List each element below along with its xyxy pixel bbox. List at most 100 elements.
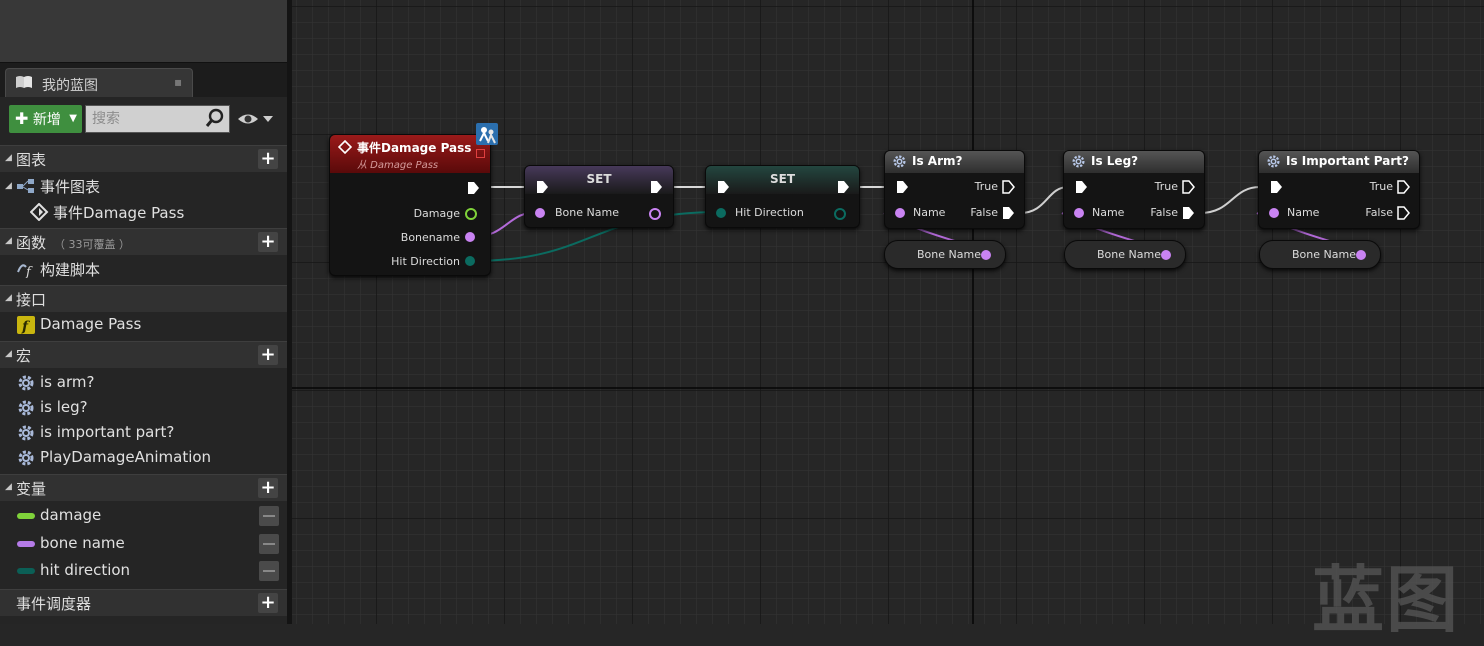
collapse-icon[interactable]: ◢ (5, 153, 12, 163)
category-interfaces[interactable]: ◢ 接口 (0, 285, 287, 312)
visibility-toggle-icon[interactable] (259, 506, 279, 526)
plus-icon: ✚ (15, 109, 29, 128)
variable-getter-bone-name[interactable]: Bone Name (884, 240, 1006, 269)
exec-false-label: False (1150, 206, 1178, 219)
exec-true-pin-icon[interactable] (1001, 180, 1015, 194)
exec-out-pin-icon[interactable] (466, 181, 480, 195)
name-pin-icon[interactable] (1161, 250, 1171, 260)
add-graph-button[interactable]: + (258, 149, 278, 169)
category-functions[interactable]: ◢ 函数 （ 33可覆盖 ） + (0, 228, 287, 255)
graph-grid (292, 0, 1484, 624)
blueprint-watermark: 蓝图 (1312, 558, 1461, 642)
collapse-icon[interactable]: ◢ (5, 236, 12, 246)
tab-label: 我的蓝图 (42, 78, 98, 94)
name-pin-icon[interactable] (895, 208, 905, 218)
variable-item[interactable]: damage (0, 503, 287, 529)
variable-getter-bone-name[interactable]: Bone Name (1259, 240, 1381, 269)
variable-item[interactable]: bone name (0, 531, 287, 557)
add-dispatcher-button[interactable]: + (258, 593, 278, 613)
category-macros[interactable]: ◢ 宏 + (0, 341, 287, 368)
tree-item-label: PlayDamageAnimation (40, 448, 212, 466)
set-node-hit-direction[interactable]: SET Hit Direction (705, 165, 860, 228)
exec-false-label: False (970, 206, 998, 219)
tree-item-macro[interactable]: PlayDamageAnimation (0, 445, 287, 471)
macro-node-is-arm[interactable]: Is Arm? True Name False (884, 150, 1025, 229)
exec-false-pin-icon[interactable] (1396, 206, 1410, 220)
add-variable-button[interactable]: + (258, 478, 278, 498)
set-node-bone-name[interactable]: SET Bone Name (524, 165, 674, 228)
view-options-button[interactable] (236, 105, 276, 133)
category-event-dispatchers[interactable]: 事件调度器 + (0, 589, 287, 616)
tree-item-event-damage-pass[interactable]: 事件Damage Pass (0, 199, 287, 225)
category-graphs[interactable]: ◢ 图表 + (0, 145, 287, 172)
macro-gear-icon (18, 400, 34, 416)
name-out-pin-icon[interactable] (649, 208, 661, 220)
event-node-damage-pass[interactable]: 事件Damage Pass 从 Damage Pass Damage Bonen… (329, 134, 491, 276)
search-input[interactable]: 搜索 (85, 105, 230, 133)
vector-pin-icon[interactable] (465, 256, 475, 266)
node-header: Is Important Part? (1259, 151, 1419, 173)
exec-out-pin-icon[interactable] (649, 180, 663, 194)
visibility-toggle-icon[interactable] (259, 534, 279, 554)
getter-label: Bone Name (1292, 248, 1356, 261)
blueprint-graph-canvas[interactable]: 事件Damage Pass 从 Damage Pass Damage Bonen… (292, 0, 1484, 624)
tree-item-label: is arm? (40, 373, 95, 391)
name-pin-icon[interactable] (465, 232, 475, 242)
exec-in-pin-icon[interactable] (1074, 180, 1088, 194)
macro-node-is-important-part[interactable]: Is Important Part? True Name False (1258, 150, 1420, 229)
search-icon[interactable] (205, 108, 225, 128)
exec-false-pin-icon[interactable] (1181, 206, 1195, 220)
variable-name: hit direction (40, 561, 131, 579)
collapse-icon[interactable]: ◢ (5, 293, 12, 303)
node-title: Is Leg? (1091, 154, 1139, 168)
interface-function-icon: f (17, 316, 35, 334)
macro-gear-icon (18, 450, 34, 466)
exec-false-pin-icon[interactable] (1001, 206, 1015, 220)
name-pin-icon[interactable] (1269, 208, 1279, 218)
add-function-button[interactable]: + (258, 232, 278, 252)
add-macro-button[interactable]: + (258, 345, 278, 365)
collapse-icon[interactable]: ◢ (5, 482, 12, 492)
pin-label: Name (913, 206, 946, 219)
tab-my-blueprint[interactable]: 我的蓝图 ▪ (5, 68, 193, 98)
tree-item-macro[interactable]: is arm? (0, 370, 287, 396)
tree-item-label: is important part? (40, 423, 175, 441)
category-variables[interactable]: ◢ 变量 + (0, 474, 287, 501)
vector-pin-icon[interactable] (716, 208, 726, 218)
exec-in-pin-icon[interactable] (895, 180, 909, 194)
tree-item-construction-script[interactable]: f 构建脚本 (0, 256, 287, 282)
tree-item-macro[interactable]: is leg? (0, 395, 287, 421)
tab-close-icon[interactable]: ▪ (174, 75, 182, 89)
float-pin-icon[interactable] (465, 208, 477, 220)
exec-out-pin-icon[interactable] (836, 180, 850, 194)
exec-true-pin-icon[interactable] (1181, 180, 1195, 194)
name-pin-icon[interactable] (981, 250, 991, 260)
tree-item-label: is leg? (40, 398, 88, 416)
exec-in-pin-icon[interactable] (716, 180, 730, 194)
category-label: 函数 （ 33可覆盖 ） (16, 232, 130, 253)
add-new-button[interactable]: ✚ 新增 ▼ (9, 105, 82, 133)
exec-true-pin-icon[interactable] (1396, 180, 1410, 194)
tree-item-event-graph[interactable]: ◢ 事件图表 (0, 173, 287, 199)
collapse-icon[interactable]: ◢ (5, 349, 12, 359)
exec-in-pin-icon[interactable] (1269, 180, 1283, 194)
tree-item-interface-damage-pass[interactable]: f Damage Pass (0, 312, 287, 338)
variable-item[interactable]: hit direction (0, 558, 287, 584)
visibility-toggle-icon[interactable] (259, 561, 279, 581)
functions-label: 函数 (16, 234, 47, 252)
name-pin-icon[interactable] (1074, 208, 1084, 218)
tree-item-macro[interactable]: is important part? (0, 420, 287, 446)
macro-node-is-leg[interactable]: Is Leg? True Name False (1063, 150, 1205, 229)
vector-out-pin-icon[interactable] (834, 208, 846, 220)
exec-in-pin-icon[interactable] (535, 180, 549, 194)
node-subtitle: 从 Damage Pass (357, 160, 439, 171)
my-blueprint-panel: 我的蓝图 ▪ ✚ 新增 ▼ 搜索 ◢ 图表 + ◢ 事件图表 事件Damage … (0, 0, 292, 624)
tree-item-label: 构建脚本 (40, 261, 101, 279)
name-pin-icon[interactable] (535, 208, 545, 218)
collapse-icon[interactable]: ◢ (5, 181, 12, 191)
exec-false-label: False (1365, 206, 1393, 219)
name-pin-icon[interactable] (1356, 250, 1366, 260)
pin-label: Name (1092, 206, 1125, 219)
delegate-pin-icon[interactable] (476, 149, 485, 158)
variable-getter-bone-name[interactable]: Bone Name (1064, 240, 1186, 269)
